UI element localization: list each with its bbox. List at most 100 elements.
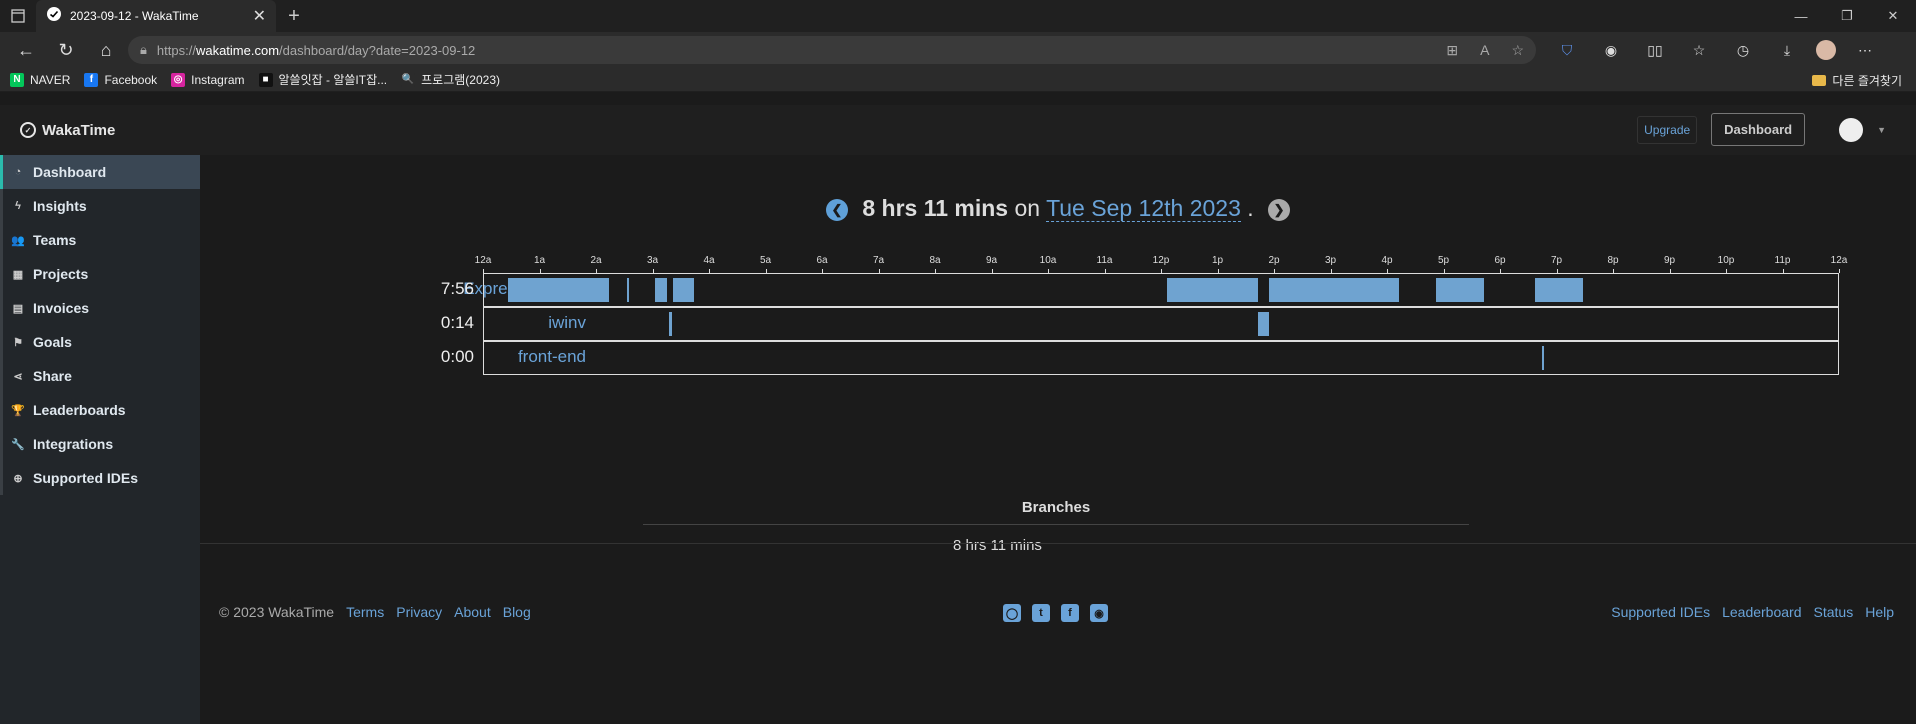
activity-segment[interactable] [654,278,668,302]
bookmark-item[interactable]: ■ 알쓸잇잡 - 알쓸IT잡... [258,71,387,88]
activity-segment[interactable] [1540,278,1583,302]
footer-link-leaderboard[interactable]: Leaderboard [1722,604,1801,620]
time-tick-label: 3a [646,255,659,266]
bookmark-label: NAVER [30,72,71,87]
brand-logo[interactable]: ✓ WakaTime [20,122,115,139]
wakatime-favicon-icon [46,6,62,27]
tab-close-icon[interactable]: ✕ [253,6,266,26]
footer-link-about[interactable]: About [454,604,491,620]
downloads-icon[interactable]: ⤓ [1772,42,1802,59]
sidebar-item-invoices[interactable]: ▤ Invoices [0,291,200,325]
time-tick-label: 12p [1152,255,1170,266]
url-domain: wakatime.com [195,42,280,58]
read-aloud-icon[interactable]: A [1480,42,1489,59]
chevron-down-icon[interactable]: ▼ [1877,125,1886,135]
sidebar-item-projects[interactable]: ▦ Projects [0,257,200,291]
sidebar: ◔ Dashboard ϟ Insights 👥 Teams ▦ Projects ▤ Invoi… [0,155,200,724]
other-bookmarks[interactable]: 다른 즐겨찾기 [1812,72,1902,89]
browser-tab[interactable]: 2023-09-12 - WakaTime ✕ [36,0,276,32]
sidebar-item-label: Leaderboards [33,402,126,418]
previous-day-icon[interactable]: ❮ [825,198,848,221]
activity-segment[interactable] [673,278,695,302]
activity-segment[interactable] [1542,346,1545,370]
project-timeline: 12a 1a 2a 3a 4a 5a 6a 7a 8a 9a 10a 11a 12p 1p 2p 3p 4p 5p… [200,255,1916,425]
favorites-icon[interactable]: ☆ [1684,42,1714,59]
main-content: ❮ 8 hrs 11 mins on Tue Sep 12th 2023 . ❯… [200,155,1916,724]
sidebar-item-insights[interactable]: ϟ Insights [0,189,200,223]
tab-title: 2023-09-12 - WakaTime [70,9,199,23]
activity-segment[interactable] [668,312,672,336]
github-icon[interactable]: ◯ [1003,604,1021,622]
sidebar-item-label: Invoices [33,300,90,316]
reddit-icon[interactable]: ◉ [1090,604,1108,622]
home-icon[interactable]: ⌂ [88,34,124,66]
dashboard-button[interactable]: Dashboard [1711,113,1806,146]
app-available-icon[interactable]: ⊞ [1446,42,1458,59]
split-screen-icon[interactable]: ▯▯ [1640,42,1670,59]
share-icon: ⋖ [13,370,23,383]
more-icon[interactable]: ⋯ [1850,42,1880,59]
back-icon[interactable]: ← [8,34,44,66]
time-tick-label: 5a [759,255,772,266]
upgrade-button[interactable]: Upgrade [1637,115,1698,144]
bitwarden-icon[interactable]: ⛉ [1552,42,1582,59]
footer-link-terms[interactable]: Terms [346,604,384,620]
lock-icon[interactable]: 🔒︎ [140,42,147,58]
invoice-icon: ▤ [12,302,24,315]
bookmark-item[interactable]: 🔍 프로그램(2023) [401,71,500,88]
activity-segment[interactable] [1436,278,1485,302]
activity-segment[interactable] [626,278,629,302]
time-tick-label: 4p [1381,255,1393,266]
footer-link-help[interactable]: Help [1865,604,1894,620]
next-day-icon[interactable]: ❯ [1268,198,1291,221]
bookmark-item[interactable]: N NAVER [10,72,71,87]
browser-tab-bar: 2023-09-12 - WakaTime ✕ + — ❐ ✕ [0,0,1916,32]
restore-icon[interactable]: ❐ [1824,0,1870,32]
footer-link-privacy[interactable]: Privacy [396,604,442,620]
window-close-icon[interactable]: ✕ [1870,0,1916,32]
facebook-icon[interactable]: f [1061,604,1079,622]
wrench-icon: 🔧 [11,438,25,451]
bookmark-label: 프로그램(2023) [421,73,500,87]
refresh-icon[interactable]: ↻ [48,34,84,66]
twitter-icon[interactable]: t [1032,604,1050,622]
footer-divider [200,543,1916,544]
user-avatar[interactable] [1839,117,1864,142]
sidebar-item-teams[interactable]: 👥 Teams [0,223,200,257]
extension-icon[interactable]: ◉ [1596,42,1626,59]
activity-segment[interactable] [508,278,610,302]
sidebar-item-supported-ides[interactable]: ⊕ Supported IDEs [0,461,200,495]
time-tick-label: 1a [533,255,546,266]
footer-link-blog[interactable]: Blog [503,604,531,620]
plus-circle-icon: ⊕ [13,472,23,485]
instagram-icon: ◎ [171,72,186,87]
activity-segment[interactable] [1166,278,1259,302]
time-tick-label: 10p [1717,255,1735,266]
minimize-icon[interactable]: — [1778,0,1824,32]
activity-segment[interactable] [1258,312,1270,336]
time-tick-label: 3p [1324,255,1337,266]
sidebar-item-integrations[interactable]: 🔧 Integrations [0,427,200,461]
activity-segment[interactable] [1269,278,1400,302]
sidebar-item-dashboard[interactable]: ◔ Dashboard [0,155,200,189]
tab-actions-icon[interactable] [0,0,36,32]
time-tick-label: 8p [1607,255,1619,266]
time-tick-label: 2p [1268,255,1280,266]
footer-link-supported-ides[interactable]: Supported IDEs [1611,604,1710,620]
sidebar-item-label: Share [33,368,72,384]
time-tick-label: 10a [1039,255,1057,266]
new-tab-button[interactable]: + [276,5,312,28]
sidebar-item-share[interactable]: ⋖ Share [0,359,200,393]
favorite-star-icon[interactable]: ☆ [1511,42,1524,59]
wakatime-app: ✓ WakaTime Upgrade Dashboard ▼ ◔ Dashboar… [0,105,1916,724]
bookmark-item[interactable]: ◎ Instagram [171,72,245,87]
url-field[interactable]: 🔒︎ https://wakatime.com/dashboard/day?da… [128,36,1536,64]
footer-link-status[interactable]: Status [1814,604,1854,620]
bookmark-item[interactable]: f Facebook [84,72,157,87]
total-duration: 8 hrs 11 mins [862,195,1009,221]
date-picker[interactable]: Tue Sep 12th 2023 [1046,195,1241,222]
sidebar-item-leaderboards[interactable]: 🏆 Leaderboards [0,393,200,427]
profile-avatar[interactable] [1816,40,1836,60]
history-icon[interactable]: ◷ [1728,42,1758,59]
sidebar-item-goals[interactable]: ⚑ Goals [0,325,200,359]
